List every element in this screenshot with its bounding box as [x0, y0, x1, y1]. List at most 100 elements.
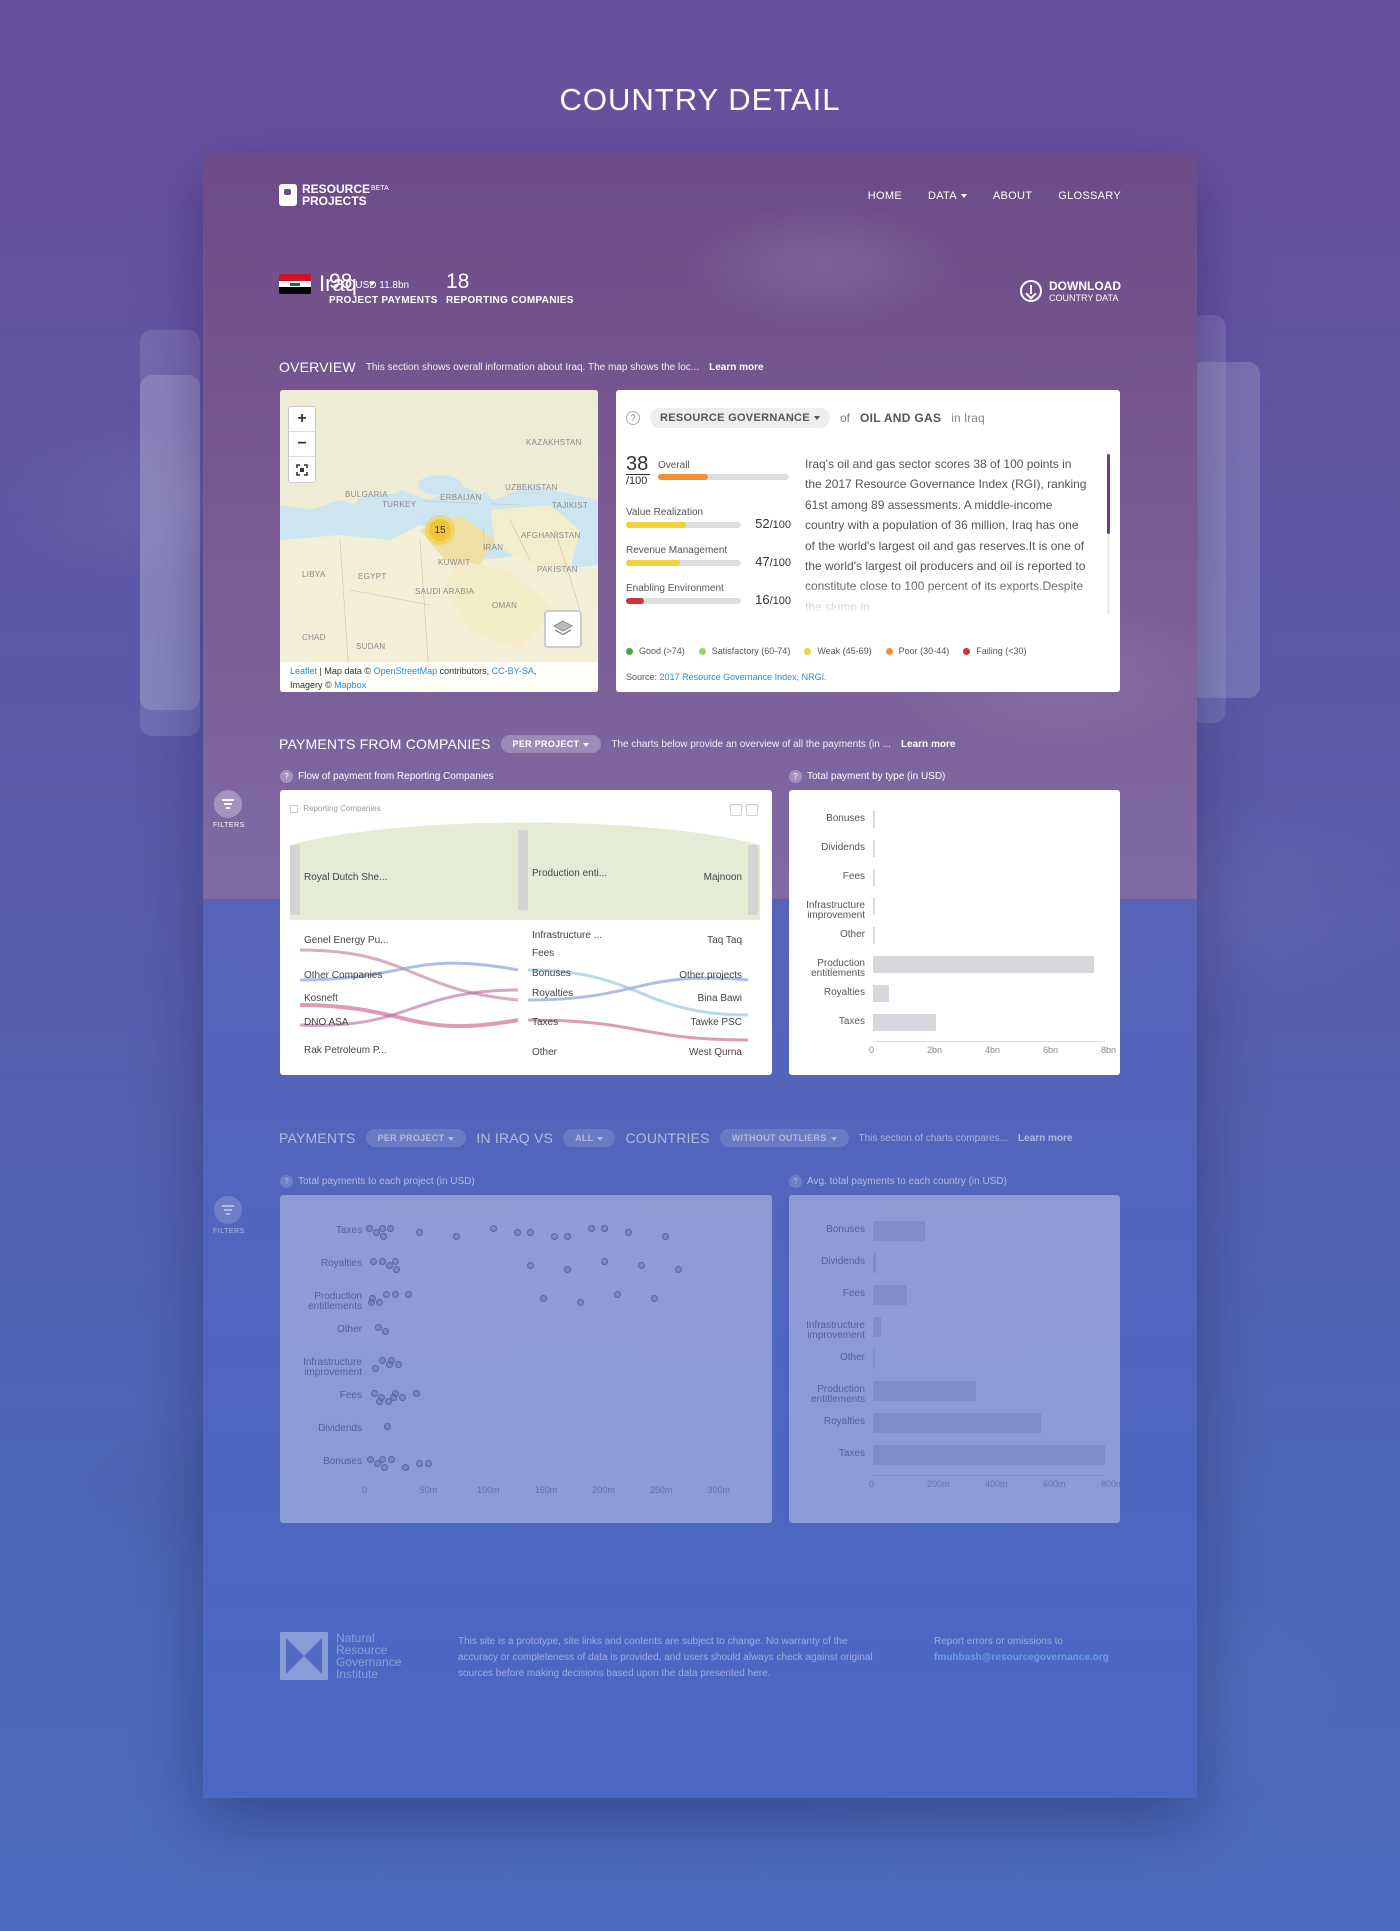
sankey-node-right[interactable]: Majnoon [704, 872, 742, 883]
scatter-point[interactable] [379, 1357, 386, 1364]
scatter-point[interactable] [651, 1295, 658, 1302]
help-icon[interactable]: ? [626, 411, 640, 425]
layers-button[interactable] [544, 610, 582, 648]
scatter-point[interactable] [402, 1464, 409, 1471]
sankey-node-left[interactable]: Genel Energy Pu... [304, 935, 389, 946]
scatter-point[interactable] [368, 1299, 375, 1306]
bar[interactable] [873, 1285, 907, 1305]
scatter-point[interactable] [380, 1233, 387, 1240]
source-link[interactable]: 2017 Resource Governance Index, NRGI. [660, 672, 827, 682]
scatter-point[interactable] [638, 1262, 645, 1269]
logo[interactable]: RESOURCEBETA PROJECTS [279, 183, 389, 207]
help-icon[interactable]: ? [280, 770, 293, 783]
sankey-node-mid[interactable]: Royalties [532, 988, 573, 999]
overview-learn-more-link[interactable]: Learn more [709, 362, 763, 373]
scatter-point[interactable] [577, 1299, 584, 1306]
bar[interactable] [873, 840, 875, 857]
sankey-node-left[interactable]: Other Companies [304, 970, 382, 981]
footer-report-email[interactable]: fmuhbash@resourcegovernance.org [934, 1650, 1124, 1666]
compare-per-project-selector[interactable]: PER PROJECT [365, 1129, 467, 1147]
scatter-point[interactable] [399, 1394, 406, 1401]
scatter-point[interactable] [453, 1233, 460, 1240]
nav-home[interactable]: HOME [868, 190, 902, 202]
governance-selector[interactable]: RESOURCE GOVERNANCE [650, 408, 830, 428]
scatter-point[interactable] [367, 1456, 374, 1463]
nav-glossary[interactable]: GLOSSARY [1058, 190, 1121, 202]
per-project-selector[interactable]: PER PROJECT [500, 735, 602, 753]
nav-about[interactable]: ABOUT [993, 190, 1032, 202]
scatter-point[interactable] [514, 1229, 521, 1236]
sankey-node-left[interactable]: Rak Petroleum P... [304, 1045, 387, 1056]
outliers-selector[interactable]: WITHOUT OUTLIERS [719, 1129, 849, 1147]
osm-link[interactable]: OpenStreetMap [374, 666, 438, 676]
sankey-node-left[interactable]: DNO ASA [304, 1017, 348, 1028]
scatter-point[interactable] [675, 1266, 682, 1273]
scatter-point[interactable] [382, 1328, 389, 1335]
scatter-point[interactable] [588, 1225, 595, 1232]
download-country-data-button[interactable]: DOWNLOAD COUNTRY DATA [1020, 279, 1121, 303]
scatter-point[interactable] [366, 1225, 373, 1232]
help-icon[interactable]: ? [789, 770, 802, 783]
scatter-point[interactable] [376, 1398, 383, 1405]
scatter-point[interactable] [405, 1291, 412, 1298]
compare-all-selector[interactable]: ALL [563, 1129, 616, 1147]
scatter-point[interactable] [395, 1361, 402, 1368]
compare-learn-more-link[interactable]: Learn more [1018, 1133, 1072, 1144]
filters-button[interactable]: FILTERS [213, 790, 244, 829]
scatter-point[interactable] [413, 1390, 420, 1397]
sankey-node-mid[interactable]: Other [532, 1047, 557, 1058]
sankey-node-left[interactable]: Kosneft [304, 993, 338, 1004]
bar[interactable] [873, 869, 875, 886]
help-icon[interactable]: ? [789, 1175, 802, 1188]
scatter-point[interactable] [425, 1460, 432, 1467]
scatter-point[interactable] [379, 1258, 386, 1265]
scatter-point[interactable] [379, 1225, 386, 1232]
bar[interactable] [873, 1014, 936, 1031]
nrgi-logo[interactable]: Natural Resource Governance Institute [280, 1632, 408, 1680]
compare-filters-button[interactable]: FILTERS [213, 1196, 244, 1235]
bar[interactable] [873, 1253, 876, 1273]
bar[interactable] [873, 956, 1095, 973]
scatter-point[interactable] [527, 1262, 534, 1269]
bar[interactable] [873, 985, 890, 1002]
bar[interactable] [873, 811, 875, 828]
sankey-node-right[interactable]: Other projects [679, 970, 742, 981]
scatter-point[interactable] [490, 1225, 497, 1232]
leaflet-link[interactable]: Leaflet [290, 666, 317, 676]
sankey-node-right[interactable]: Bina Bawi [698, 993, 742, 1004]
project-cluster-marker[interactable]: 15 [425, 515, 455, 545]
scatter-point[interactable] [387, 1225, 394, 1232]
bar[interactable] [873, 898, 875, 915]
scatter-point[interactable] [564, 1233, 571, 1240]
scatter-point[interactable] [601, 1225, 608, 1232]
bar[interactable] [873, 1381, 977, 1401]
bar[interactable] [873, 1413, 1041, 1433]
sankey-node-mid[interactable]: Taxes [532, 1017, 558, 1028]
nav-data[interactable]: DATA [928, 190, 967, 202]
scatter-point[interactable] [527, 1229, 534, 1236]
bar[interactable] [873, 927, 875, 944]
scatter-point[interactable] [384, 1423, 391, 1430]
scatter-point[interactable] [614, 1291, 621, 1298]
scatter-point[interactable] [625, 1229, 632, 1236]
scatter-point[interactable] [393, 1266, 400, 1273]
sankey-node-left[interactable]: Royal Dutch She... [304, 872, 387, 883]
sankey-node-mid[interactable]: Infrastructure ... [532, 930, 602, 941]
scatter-point[interactable] [392, 1258, 399, 1265]
scatter-point[interactable] [370, 1258, 377, 1265]
scatter-point[interactable] [416, 1229, 423, 1236]
scatter-point[interactable] [390, 1394, 397, 1401]
scatter-point[interactable] [375, 1324, 382, 1331]
scatter-point[interactable] [386, 1361, 393, 1368]
sankey-node-right[interactable]: Tawke PSC [690, 1017, 742, 1028]
scatter-point[interactable] [551, 1233, 558, 1240]
scatter-point[interactable] [381, 1464, 388, 1471]
bar[interactable] [873, 1445, 1105, 1465]
sankey-node-mid[interactable]: Bonuses [532, 968, 571, 979]
scatter-point[interactable] [371, 1390, 378, 1397]
payments-learn-more-link[interactable]: Learn more [901, 739, 955, 750]
scrollbar-thumb[interactable] [1107, 454, 1110, 534]
zoom-in-button[interactable]: + [289, 407, 315, 432]
scatter-point[interactable] [392, 1291, 399, 1298]
sankey-node-mid[interactable]: Fees [532, 948, 554, 959]
